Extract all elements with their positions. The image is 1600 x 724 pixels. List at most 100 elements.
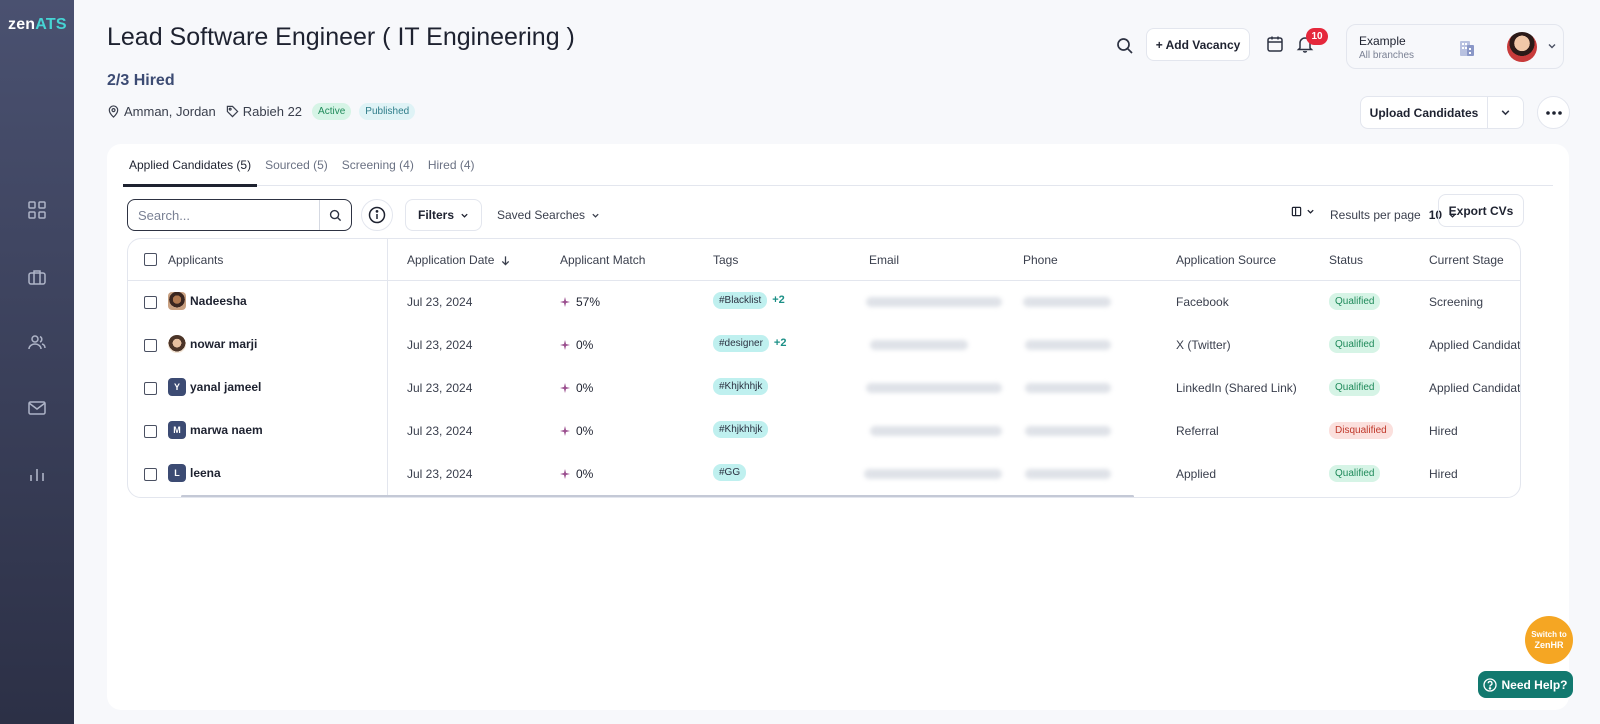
application-date: Jul 23, 2024 — [407, 295, 473, 309]
tag-chip[interactable]: #GG — [713, 464, 747, 481]
hired-count: 2/3 Hired — [107, 72, 175, 89]
more-tags-link[interactable]: +2 — [772, 294, 785, 306]
application-source: X (Twitter) — [1176, 338, 1231, 352]
select-all-checkbox[interactable] — [144, 253, 157, 266]
applicant-name[interactable]: leena — [190, 466, 221, 480]
match-value: 0% — [576, 381, 594, 395]
avatar: Y — [168, 378, 186, 396]
column-applicants[interactable]: Applicants — [168, 253, 223, 267]
help-circle-icon — [1483, 677, 1498, 692]
table-row[interactable]: Y yanal jameel Jul 23, 2024 0% #Khjkhhjk… — [128, 367, 1520, 410]
search-input[interactable] — [128, 207, 319, 223]
tab-screening[interactable]: Screening (4) — [336, 144, 420, 186]
logo-accent-text: ATS — [35, 16, 67, 33]
tab-applied-candidates[interactable]: Applied Candidates (5) — [123, 144, 258, 187]
status-badge: Disqualified — [1329, 422, 1393, 439]
applicant-cell[interactable]: Nadeesha — [168, 292, 247, 310]
applicant-match: 57% — [560, 295, 600, 309]
column-application-source[interactable]: Application Source — [1176, 253, 1276, 267]
applicant-cell[interactable]: M marwa naem — [168, 421, 263, 439]
need-help-button[interactable]: Need Help? — [1478, 671, 1573, 698]
column-tags[interactable]: Tags — [713, 253, 738, 267]
horizontal-scrollbar[interactable] — [181, 495, 1134, 497]
saved-searches-dropdown[interactable]: Saved Searches — [497, 199, 600, 231]
table-row[interactable]: Nadeesha Jul 23, 2024 57% #Blacklist +2 F… — [128, 281, 1520, 324]
applicant-name[interactable]: yanal jameel — [190, 380, 261, 394]
sparkle-icon — [560, 297, 570, 307]
column-phone[interactable]: Phone — [1023, 253, 1058, 267]
column-status[interactable]: Status — [1329, 253, 1363, 267]
column-current-stage[interactable]: Current Stage — [1429, 253, 1504, 267]
bar-chart-icon[interactable] — [27, 464, 47, 484]
applicant-match: 0% — [560, 381, 593, 395]
table-row[interactable]: L leena Jul 23, 2024 0% #GG Applied Qual… — [128, 453, 1520, 496]
status-cell: Qualified — [1329, 379, 1381, 396]
search-icon[interactable] — [1116, 37, 1134, 55]
tags-cell: #Khjkhhjk — [713, 378, 769, 395]
zenats-logo[interactable]: zenATS — [8, 16, 67, 34]
users-icon[interactable] — [27, 332, 47, 352]
column-application-date-label: Application Date — [407, 253, 495, 267]
applicant-match: 0% — [560, 424, 593, 438]
applicant-name[interactable]: nowar marji — [190, 337, 257, 351]
calendar-icon[interactable] — [1266, 35, 1284, 53]
phone-redacted — [1025, 469, 1111, 479]
status-cell: Qualified — [1329, 336, 1381, 353]
add-vacancy-button[interactable]: + Add Vacancy — [1146, 28, 1250, 61]
applicant-name[interactable]: Nadeesha — [190, 294, 247, 308]
avatar: M — [168, 421, 186, 439]
applicant-cell[interactable]: L leena — [168, 464, 221, 482]
user-avatar[interactable] — [1507, 32, 1537, 62]
column-email[interactable]: Email — [869, 253, 899, 267]
column-application-date[interactable]: Application Date — [407, 253, 511, 267]
tab-sourced[interactable]: Sourced (5) — [259, 144, 334, 186]
table-row[interactable]: nowar marji Jul 23, 2024 0% #designer +2 … — [128, 324, 1520, 367]
avatar — [168, 335, 186, 353]
account-switcher[interactable]: Example All branches — [1346, 24, 1564, 69]
switch-to-zenhr-button[interactable]: Switch to ZenHR — [1525, 616, 1573, 664]
tag-chip[interactable]: #Blacklist — [713, 292, 768, 309]
row-checkbox[interactable] — [144, 425, 157, 438]
tag-chip[interactable]: #Khjkhhjk — [713, 421, 769, 438]
more-tags-link[interactable]: +2 — [774, 337, 787, 349]
mail-icon[interactable] — [27, 398, 47, 418]
row-checkbox[interactable] — [144, 382, 157, 395]
chevron-down-icon[interactable] — [1547, 41, 1557, 51]
row-checkbox[interactable] — [144, 468, 157, 481]
columns-toggle[interactable] — [1291, 206, 1319, 217]
owner: Rabieh 22 — [226, 104, 302, 119]
row-checkbox[interactable] — [144, 296, 157, 309]
applicant-cell[interactable]: nowar marji — [168, 335, 257, 353]
application-date: Jul 23, 2024 — [407, 338, 473, 352]
status-cell: Qualified — [1329, 293, 1381, 310]
upload-candidates-button[interactable]: Upload Candidates — [1360, 96, 1524, 129]
email-redacted — [864, 469, 1002, 479]
email-redacted — [870, 340, 968, 350]
tag-chip[interactable]: #Khjkhhjk — [713, 378, 769, 395]
email-redacted — [866, 297, 1002, 307]
info-button[interactable] — [361, 199, 393, 231]
column-applicant-match[interactable]: Applicant Match — [560, 253, 645, 267]
dashboard-icon[interactable] — [27, 200, 47, 220]
tags-cell: #designer +2 — [713, 335, 787, 352]
more-options-button[interactable] — [1537, 96, 1570, 129]
application-source: Applied — [1176, 467, 1217, 481]
applicant-name[interactable]: marwa naem — [190, 423, 263, 437]
filters-button[interactable]: Filters — [405, 199, 482, 231]
export-cvs-button[interactable]: Export CVs — [1438, 194, 1524, 227]
applicant-cell[interactable]: Y yanal jameel — [168, 378, 261, 396]
upload-options-toggle[interactable] — [1487, 97, 1523, 128]
table-row[interactable]: M marwa naem Jul 23, 2024 0% #Khjkhhjk R… — [128, 410, 1520, 453]
row-checkbox[interactable] — [144, 339, 157, 352]
briefcase-icon[interactable] — [27, 267, 47, 287]
owner-text: Rabieh 22 — [242, 104, 303, 119]
switch-line-2: ZenHR — [1534, 640, 1564, 650]
current-stage: Applied Candidate — [1429, 338, 1521, 352]
search-submit-button[interactable] — [319, 200, 351, 230]
status-cell: Disqualified — [1329, 422, 1393, 439]
tag-chip[interactable]: #designer — [713, 335, 769, 352]
email-redacted — [870, 426, 1002, 436]
application-source: LinkedIn (Shared Link) — [1176, 381, 1297, 395]
candidates-table: Applicants Application Date Applicant Ma… — [127, 238, 1521, 498]
tab-hired[interactable]: Hired (4) — [422, 144, 481, 186]
